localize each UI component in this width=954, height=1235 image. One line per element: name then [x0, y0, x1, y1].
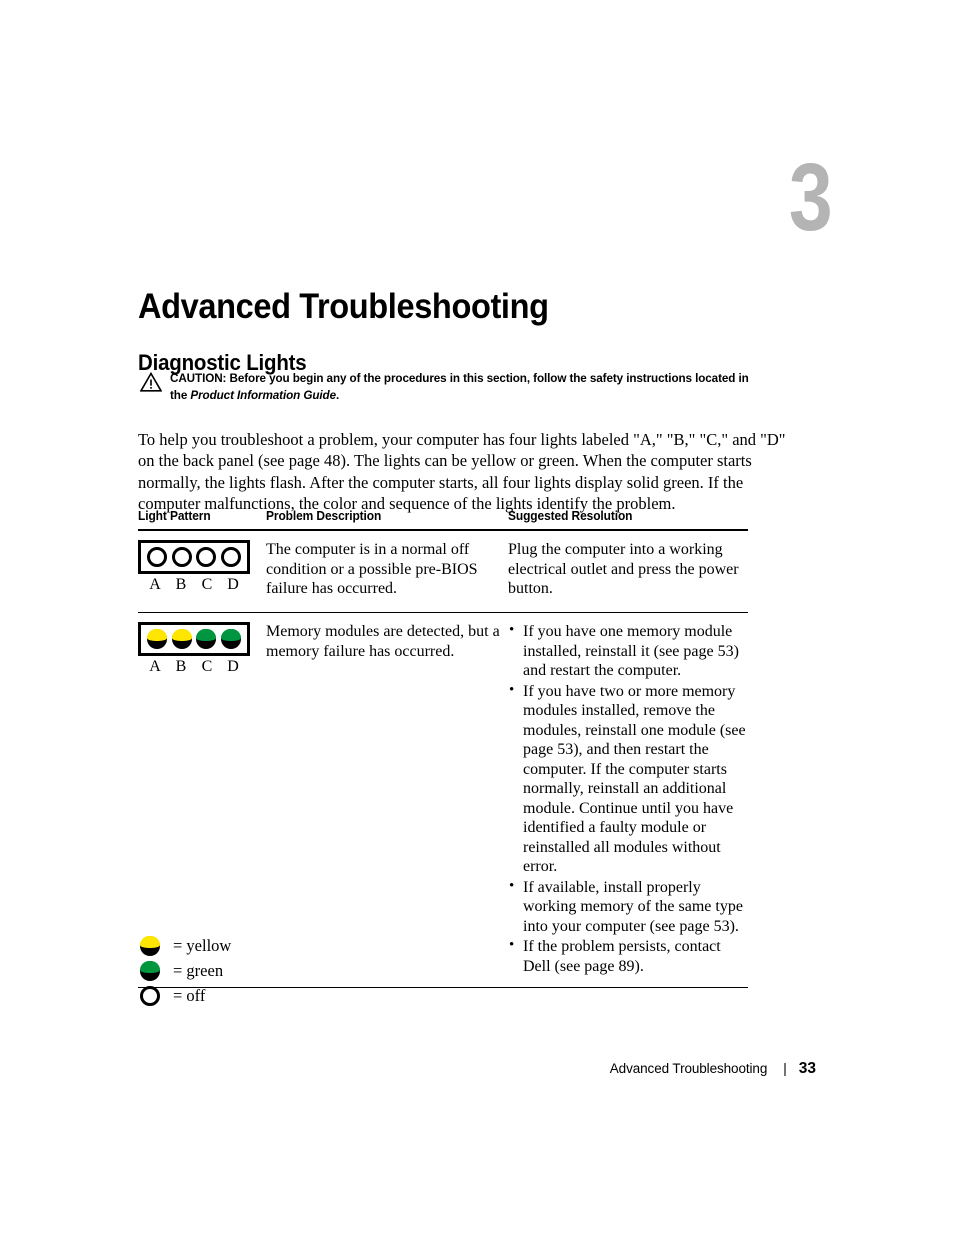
- table-row: A B C D The computer is in a normal off …: [138, 531, 748, 613]
- caution-guide-reference: Product Information Guide: [190, 388, 336, 402]
- chapter-number: 3: [788, 144, 833, 251]
- intro-paragraph: To help you troubleshoot a problem, your…: [138, 429, 786, 514]
- column-header-suggested-resolution: Suggested Resolution: [508, 509, 633, 523]
- list-item: If the problem persists, contact Dell (s…: [508, 936, 748, 976]
- resolution-bullet-list: If you have one memory module installed,…: [508, 621, 748, 976]
- legend-label-off: = off: [173, 985, 206, 1005]
- lamp-d-green: [220, 629, 241, 649]
- light-pattern-labels: A B C D: [138, 656, 250, 677]
- legend-label-green: = green: [173, 960, 224, 980]
- legend-label-yellow: = yellow: [173, 935, 232, 955]
- lamp-off-swatch: [140, 985, 160, 1006]
- lamp-fill: [196, 629, 217, 642]
- caution-text: CAUTION: Before you begin any of the pro…: [170, 370, 769, 404]
- lamp-fill: [140, 960, 160, 973]
- lamp-fill: [140, 935, 160, 948]
- lamp-fill: [220, 629, 241, 642]
- lamp-fill: [171, 629, 192, 642]
- lamp-label-a: A: [149, 658, 161, 675]
- diagnostic-lights-table: Light Pattern Problem Description Sugges…: [138, 508, 748, 988]
- column-header-light-pattern: Light Pattern: [138, 509, 211, 523]
- lamp-label-d: D: [227, 576, 239, 593]
- caution-body-end: .: [335, 388, 340, 402]
- footer-section-title: Advanced Troubleshooting: [609, 1061, 768, 1076]
- column-header-problem-description: Problem Description: [266, 509, 382, 523]
- legend-item-off: = off: [140, 983, 231, 1008]
- lamp-yellow-swatch: [140, 935, 160, 956]
- light-pattern-cell: A B C D: [138, 622, 266, 977]
- lamp-green-swatch: [140, 960, 160, 981]
- lamp-b-yellow: [171, 629, 192, 649]
- table-row: A B C D Memory modules are detected, but…: [138, 613, 748, 988]
- page-title: Advanced Troubleshooting: [138, 287, 549, 327]
- document-page: 3 Advanced Troubleshooting Diagnostic Li…: [0, 0, 954, 1235]
- warning-triangle-icon: [140, 372, 162, 392]
- footer-page-number: 33: [798, 1060, 816, 1077]
- lamp-label-b: B: [175, 658, 187, 675]
- caution-label: CAUTION:: [170, 371, 227, 385]
- suggested-resolution-cell: Plug the computer into a working electri…: [508, 541, 739, 597]
- light-pattern-cell: A B C D: [138, 540, 266, 602]
- lamp-label-b: B: [175, 576, 187, 593]
- light-color-legend: = yellow = green = off: [140, 933, 231, 1008]
- caution-block: CAUTION: Before you begin any of the pro…: [140, 370, 800, 404]
- problem-description-cell: The computer is in a normal off conditio…: [266, 541, 478, 597]
- problem-description-cell: Memory modules are detected, but a memor…: [266, 623, 500, 660]
- lamp-label-a: A: [149, 576, 161, 593]
- lamp-label-c: C: [201, 576, 213, 593]
- legend-item-yellow: = yellow: [140, 933, 231, 958]
- light-pattern-indicator: [138, 540, 250, 574]
- light-pattern-labels: A B C D: [138, 574, 250, 595]
- list-item: If you have one memory module installed,…: [508, 621, 748, 681]
- table-header-row: Light Pattern Problem Description Sugges…: [138, 508, 748, 531]
- lamp-c-off: [196, 547, 217, 567]
- page-footer: Advanced Troubleshooting | 33: [0, 1060, 954, 1078]
- lamp-d-off: [220, 547, 241, 567]
- lamp-label-c: C: [201, 658, 213, 675]
- list-item: If available, install properly working m…: [508, 877, 748, 937]
- lamp-c-green: [196, 629, 217, 649]
- legend-item-green: = green: [140, 958, 231, 983]
- lamp-b-off: [171, 547, 192, 567]
- suggested-resolution-cell: If you have one memory module installed,…: [508, 621, 748, 977]
- lamp-label-d: D: [227, 658, 239, 675]
- lamp-a-yellow: [147, 629, 168, 649]
- lamp-a-off: [147, 547, 168, 567]
- list-item: If you have two or more memory modules i…: [508, 681, 748, 877]
- lamp-fill: [147, 629, 168, 642]
- light-pattern-indicator: [138, 622, 250, 656]
- footer-separator: |: [783, 1061, 787, 1076]
